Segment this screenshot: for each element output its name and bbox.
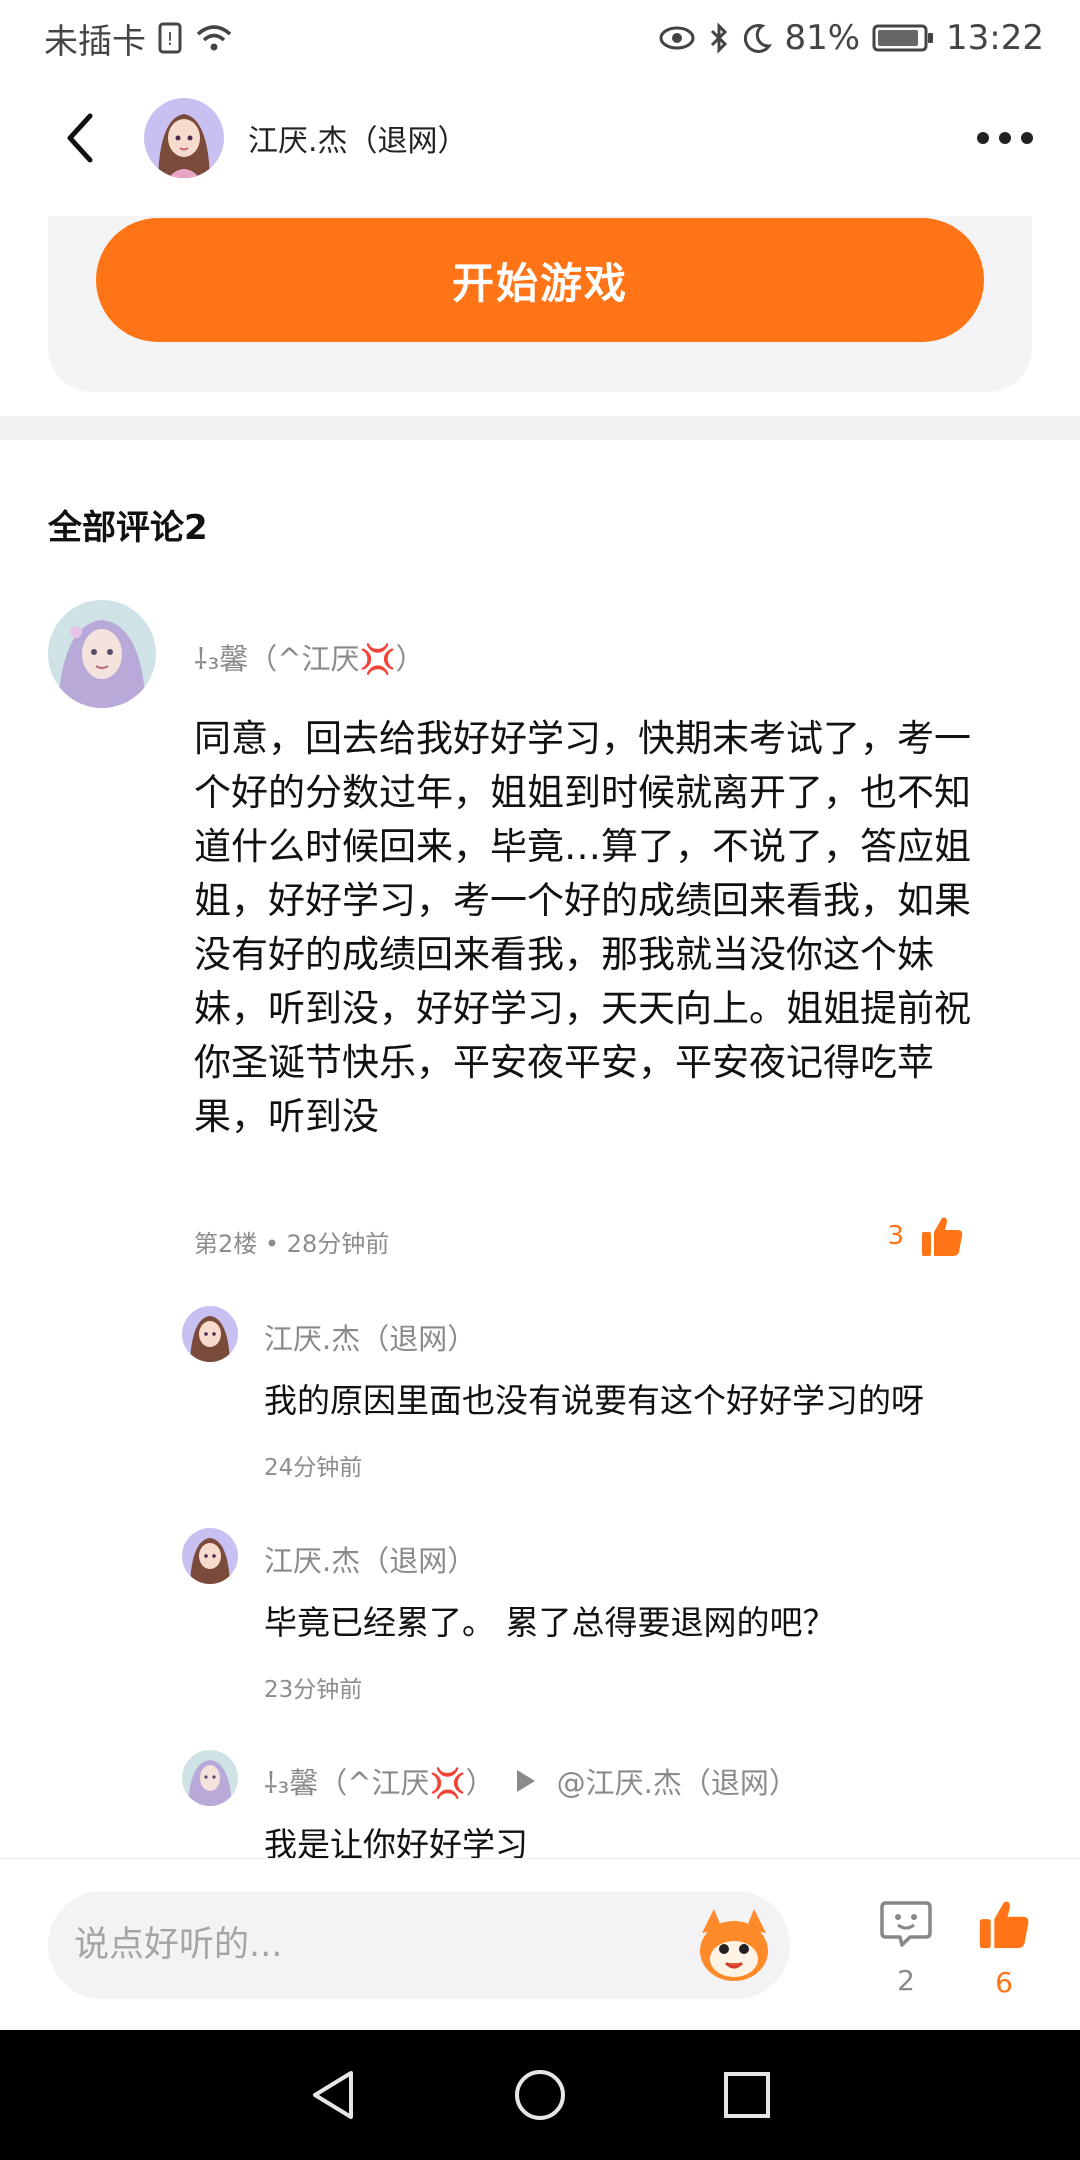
- reply-user[interactable]: ⸸₃馨（^江厌💢）: [264, 1760, 495, 1802]
- like-count: 6: [995, 1966, 1013, 1999]
- clock: 13:22: [946, 18, 1044, 58]
- sim-icon: !: [158, 22, 182, 54]
- more-icon: [1021, 132, 1033, 144]
- section-divider: [0, 416, 1080, 440]
- mascot-icon[interactable]: [692, 1903, 776, 1987]
- nav-home-icon: [514, 2070, 565, 2120]
- system-nav-bar: [0, 2030, 1080, 2160]
- status-right: 81% 13:22: [658, 18, 1044, 58]
- thumbs-up-icon: [922, 1217, 963, 1256]
- moon-icon: [742, 22, 773, 54]
- back-arrow-icon: [67, 113, 93, 163]
- eye-icon: [658, 24, 696, 52]
- comment-count-button[interactable]: 2: [866, 1895, 946, 1997]
- author-name[interactable]: 江厌.杰（退网）: [248, 116, 468, 160]
- author-avatar[interactable]: [144, 98, 224, 178]
- nav-home-button[interactable]: [500, 2055, 580, 2135]
- reply-avatar[interactable]: [182, 1528, 238, 1584]
- game-card: 开始游戏: [48, 216, 1032, 392]
- comment-icon: [880, 1901, 932, 1947]
- nav-back-icon: [313, 2071, 354, 2119]
- reply-user-line: ⸸₃馨（^江厌💢） @江厌.杰（退网）: [264, 1760, 798, 1802]
- battery-percent: 81%: [784, 18, 861, 58]
- svg-text:!: !: [166, 29, 173, 50]
- comment-meta: 第2楼 • 28分钟前: [194, 1230, 390, 1258]
- reply-time: 23分钟前: [264, 1677, 363, 1703]
- comment-input-box[interactable]: [48, 1891, 790, 1999]
- comment-input[interactable]: [74, 1891, 674, 1999]
- comment-text: 同意，回去给我好好学习，快期末考试了，考一个好的分数过年，姐姐到时候就离开了，也…: [194, 717, 971, 1138]
- nav-back-button[interactable]: [293, 2055, 373, 2135]
- back-button[interactable]: [44, 102, 116, 174]
- reply-arrow-icon: [516, 1770, 535, 1792]
- comment-count: 2: [897, 1964, 915, 1997]
- commenter-name[interactable]: ⸸₃馨（^江厌💢）: [194, 636, 425, 678]
- reply-text: 毕竟已经累了。 累了总得要退网的吧？: [264, 1603, 836, 1642]
- carrier-text: 未插卡: [44, 21, 146, 62]
- comments-title: 全部评论2: [48, 508, 208, 548]
- nav-recents-button[interactable]: [707, 2055, 787, 2135]
- header: 江厌.杰（退网）: [0, 90, 1080, 186]
- thumbs-up-icon: [979, 1901, 1029, 1949]
- reply-time: 24分钟前: [264, 1455, 363, 1481]
- comment-like-count: 3: [887, 1221, 904, 1251]
- more-icon: [977, 132, 989, 144]
- status-left: 未插卡 !: [44, 14, 234, 63]
- reply-user[interactable]: 江厌.杰（退网）: [264, 1538, 476, 1580]
- reply-text: 我的原因里面也没有说要有这个好好学习的呀: [264, 1381, 924, 1420]
- more-icon: [999, 132, 1011, 144]
- status-bar: 未插卡 ! 81% 13:22: [0, 0, 1080, 76]
- start-game-button[interactable]: 开始游戏: [96, 218, 984, 342]
- reply-avatar[interactable]: [182, 1306, 238, 1362]
- reply-avatar[interactable]: [182, 1750, 238, 1806]
- like-button[interactable]: 6: [964, 1895, 1044, 1999]
- bluetooth-icon: [708, 22, 730, 54]
- comment-input-bar: 2 6: [0, 1858, 1080, 2030]
- more-button[interactable]: [970, 110, 1040, 166]
- battery-icon: [872, 23, 934, 53]
- comment-like-button[interactable]: 3: [887, 1212, 966, 1260]
- nav-recents-icon: [723, 2072, 770, 2118]
- reply-user[interactable]: 江厌.杰（退网）: [264, 1316, 476, 1358]
- commenter-avatar[interactable]: [48, 600, 156, 708]
- wifi-icon: [194, 22, 234, 54]
- reply-target[interactable]: @江厌.杰（退网）: [557, 1760, 798, 1802]
